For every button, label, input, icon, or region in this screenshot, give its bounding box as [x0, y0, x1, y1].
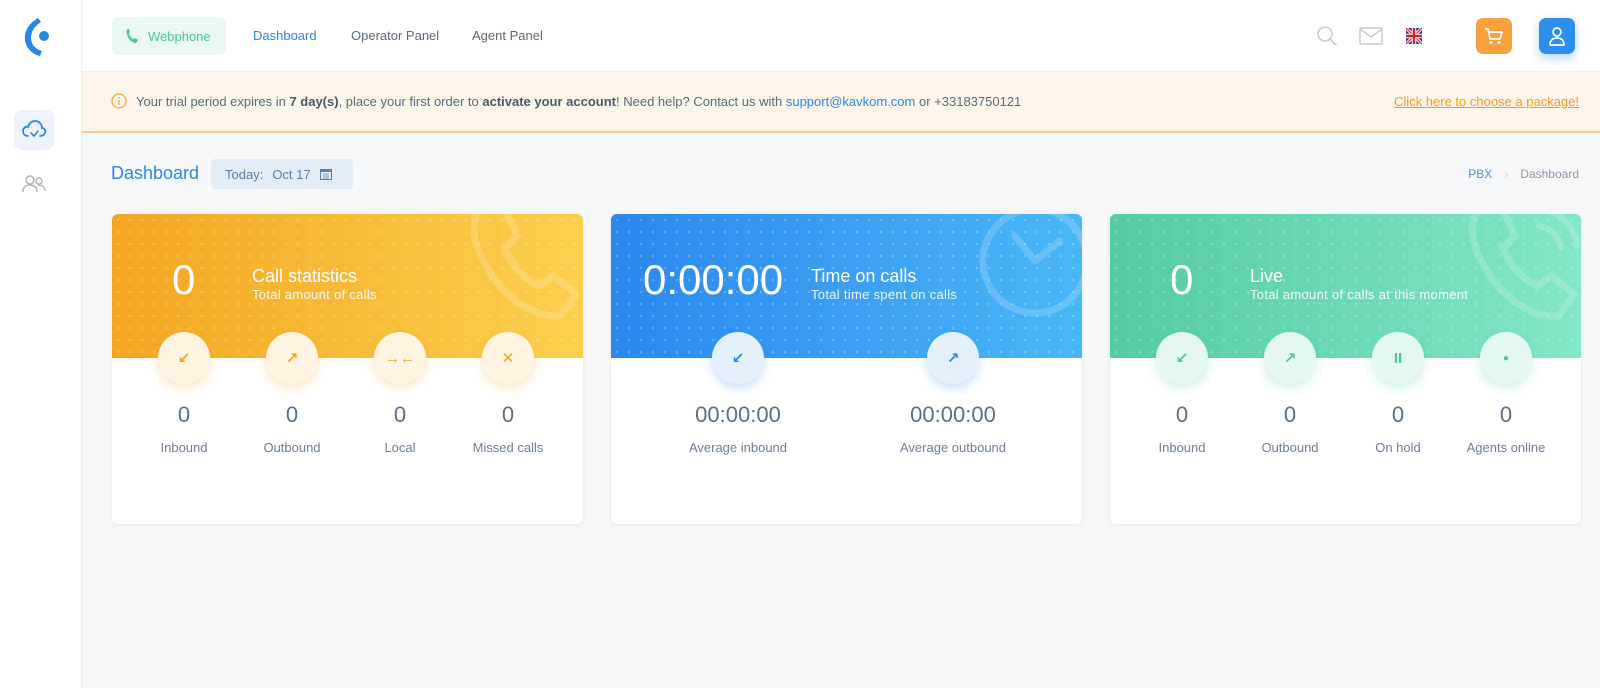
- date-value: Oct 17: [272, 166, 311, 182]
- inbound-arrow-icon: ↙: [1156, 332, 1208, 384]
- uk-flag-icon: [1406, 28, 1422, 44]
- page-title: Dashboard: [111, 163, 200, 183]
- stat-value: 0: [1391, 402, 1405, 427]
- kavkom-logo[interactable]: [20, 16, 52, 58]
- trial-message: Your trial period expires in 7 day(s), p…: [136, 94, 1022, 109]
- stat-label: Agents online: [1466, 440, 1546, 455]
- sidebar-item-users[interactable]: [14, 164, 54, 204]
- stat-value: 00:00:00: [910, 402, 996, 427]
- live-calls-card: 0 Live Total amount of calls at this mom…: [1110, 214, 1581, 524]
- outbound-arrow-icon: ↗: [1264, 332, 1316, 384]
- stat-label: Local: [384, 440, 416, 455]
- nav-dashboard[interactable]: Dashboard: [253, 28, 317, 43]
- nav-agent-panel[interactable]: Agent Panel: [472, 28, 543, 43]
- mail-button[interactable]: [1357, 22, 1385, 50]
- info-icon: [111, 93, 127, 109]
- choose-package-link[interactable]: Click here to choose a package!: [1394, 94, 1579, 109]
- stat-local: →← 0 Local: [360, 332, 440, 458]
- stat-average-inbound: ↙ 00:00:00 Average inbound: [658, 332, 818, 458]
- card-title: Live: [1250, 266, 1284, 286]
- card-subtitle: Total amount of calls: [252, 287, 377, 302]
- stat-label: Average outbound: [899, 440, 1007, 455]
- language-selector[interactable]: [1400, 22, 1428, 50]
- search-icon: [1317, 26, 1337, 46]
- cart-icon: [1485, 28, 1503, 44]
- nav-operator-panel[interactable]: Operator Panel: [351, 28, 439, 43]
- outbound-arrow-icon: ↗: [927, 332, 979, 384]
- mail-icon: [1359, 27, 1383, 45]
- stat-value: 00:00:00: [695, 402, 781, 427]
- inbound-arrow-icon: ↙: [158, 332, 210, 384]
- card-subtitle: Total time spent on calls: [811, 287, 958, 302]
- trial-days: 7 day(s): [289, 94, 339, 109]
- users-icon: [22, 175, 46, 193]
- stat-value: 0: [1283, 402, 1297, 427]
- card-title: Call statistics: [252, 266, 358, 286]
- stat-value: 0: [1499, 402, 1513, 427]
- stat-label: Outbound: [1261, 440, 1319, 455]
- stat-label: Outbound: [263, 440, 321, 455]
- time-on-calls-card: 0:00:00 Time on calls Total time spent o…: [611, 214, 1082, 524]
- stat-label: Inbound: [160, 440, 208, 455]
- date-label: Today:: [225, 166, 264, 182]
- activate-account-text: activate your account: [482, 94, 617, 109]
- breadcrumb-separator-icon: ›: [1504, 167, 1509, 181]
- breadcrumb-dashboard: Dashboard: [1520, 167, 1579, 181]
- total-time-value: 0:00:00: [643, 256, 784, 303]
- stat-label: Missed calls: [472, 440, 544, 455]
- search-button[interactable]: [1313, 22, 1341, 50]
- card-title: Time on calls: [811, 266, 917, 286]
- cart-button[interactable]: [1476, 18, 1512, 54]
- outbound-arrow-icon: ↗: [266, 332, 318, 384]
- stat-label: Inbound: [1158, 440, 1206, 455]
- missed-x-icon: ✕: [482, 332, 534, 384]
- stat-value: 0: [177, 402, 191, 427]
- date-picker[interactable]: Today: Oct 17: [211, 159, 353, 189]
- phone-watermark-icon: [470, 214, 581, 320]
- stat-average-outbound: ↗ 00:00:00 Average outbound: [873, 332, 1033, 458]
- stat-agents-online: ● 0 Agents online: [1466, 332, 1546, 458]
- live-calls-value: 0: [1170, 256, 1194, 303]
- breadcrumb-pbx[interactable]: PBX: [1468, 167, 1492, 181]
- stat-label: On hold: [1375, 440, 1421, 455]
- local-arrows-icon: →←: [374, 332, 426, 384]
- call-statistics-card: 0 Call statistics Total amount of calls …: [112, 214, 583, 524]
- stat-live-inbound: ↙ 0 Inbound: [1142, 332, 1222, 458]
- trial-banner: Your trial period expires in 7 day(s), p…: [82, 72, 1600, 133]
- sidebar-item-pbx[interactable]: [14, 110, 54, 150]
- stat-on-hold: II 0 On hold: [1358, 332, 1438, 458]
- stat-value: 0: [1175, 402, 1189, 427]
- clock-watermark-icon: [979, 214, 1082, 317]
- stat-inbound: ↙ 0 Inbound: [144, 332, 224, 458]
- user-icon: [1549, 27, 1565, 46]
- stat-value: 0: [285, 402, 299, 427]
- total-calls-value: 0: [172, 256, 196, 303]
- breadcrumb: PBX › Dashboard: [1468, 167, 1579, 181]
- stat-label: Average inbound: [688, 440, 788, 455]
- agent-icon: ●: [1480, 332, 1532, 384]
- stat-value: 0: [501, 402, 515, 427]
- webphone-label: Webphone: [148, 28, 211, 44]
- phone-icon: [126, 29, 138, 43]
- card-subtitle: Total amount of calls at this moment: [1250, 287, 1469, 302]
- calendar-icon: [319, 169, 332, 180]
- stat-live-outbound: ↗ 0 Outbound: [1250, 332, 1330, 458]
- webphone-button[interactable]: Webphone: [112, 17, 226, 55]
- sidebar: [0, 0, 82, 688]
- cloud-icon: [22, 120, 47, 138]
- inbound-arrow-icon: ↙: [712, 332, 764, 384]
- pause-icon: II: [1372, 332, 1424, 384]
- phone-ringing-watermark-icon: [1468, 214, 1580, 320]
- stat-missed-calls: ✕ 0 Missed calls: [468, 332, 548, 458]
- stat-outbound: ↗ 0 Outbound: [252, 332, 332, 458]
- stat-value: 0: [393, 402, 407, 427]
- user-menu-button[interactable]: [1539, 18, 1575, 54]
- top-navigation: Webphone Dashboard Operator Panel Agent …: [82, 0, 1600, 72]
- support-email-link[interactable]: support@kavkom.com: [786, 94, 916, 109]
